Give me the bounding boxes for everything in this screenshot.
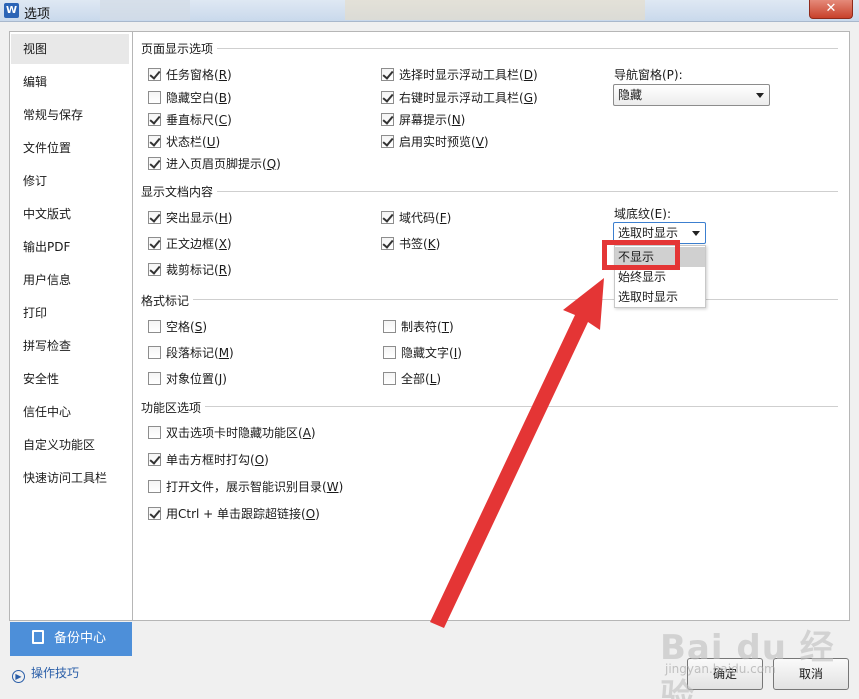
chevron-down-icon — [692, 231, 700, 236]
field-shading-value: 选取时显示 — [618, 226, 679, 240]
checkbox-object-position[interactable]: 对象位置(J) — [148, 370, 227, 387]
tips-link[interactable]: ▶ 操作技巧 — [12, 664, 79, 683]
backup-icon — [32, 630, 44, 644]
checkbox-float-toolbar-select[interactable]: 选择时显示浮动工具栏(D) — [381, 66, 538, 83]
checkbox-box[interactable] — [381, 135, 394, 148]
checkbox-ctrl-click-link[interactable]: 用Ctrl + 单击跟踪超链接(O) — [148, 505, 320, 522]
section-title-format-marks: 格式标记 — [141, 292, 194, 309]
checkbox-live-preview[interactable]: 启用实时预览(V) — [381, 133, 489, 150]
nav-pane-value: 隐藏 — [618, 88, 643, 102]
options-panel — [133, 31, 850, 621]
checkbox-highlight[interactable]: 突出显示(H) — [148, 209, 232, 226]
checkbox-hidden-text[interactable]: 隐藏文字(I) — [383, 344, 462, 361]
checkbox-box[interactable] — [381, 211, 394, 224]
checkbox-box[interactable] — [381, 113, 394, 126]
background-blur — [100, 0, 190, 20]
checkbox-box[interactable] — [148, 157, 161, 170]
nav-item-trust-center[interactable]: 信任中心 — [11, 397, 129, 427]
section-divider — [192, 299, 838, 300]
checkbox-box[interactable] — [148, 68, 161, 81]
checkbox-box[interactable] — [148, 211, 161, 224]
nav-item-edit[interactable]: 编辑 — [11, 67, 129, 97]
nav-item-quick-access[interactable]: 快速访问工具栏 — [11, 463, 129, 493]
checkbox-screen-tips[interactable]: 屏幕提示(N) — [381, 111, 465, 128]
nav-item-view[interactable]: 视图 — [11, 34, 129, 64]
checkbox-dblclick-hide-ribbon[interactable]: 双击选项卡时隐藏功能区(A) — [148, 424, 316, 441]
backup-label: 备份中心 — [54, 631, 107, 646]
tips-label: 操作技巧 — [31, 666, 80, 680]
checkbox-bookmark[interactable]: 书签(K) — [381, 235, 440, 252]
checkbox-box[interactable] — [148, 113, 161, 126]
checkbox-click-to-tick[interactable]: 单击方框时打勾(O) — [148, 451, 269, 468]
checkbox-box[interactable] — [148, 237, 161, 250]
dropdown-option-always[interactable]: 始终显示 — [615, 267, 705, 287]
chevron-down-icon — [756, 93, 764, 98]
checkbox-status-bar[interactable]: 状态栏(U) — [148, 133, 220, 150]
checkbox-box[interactable] — [148, 372, 161, 385]
nav-item-general-save[interactable]: 常规与保存 — [11, 100, 129, 130]
checkbox-vertical-ruler[interactable]: 垂直标尺(C) — [148, 111, 232, 128]
section-divider — [216, 48, 838, 49]
options-nav: 视图 编辑 常规与保存 文件位置 修订 中文版式 输出PDF 用户信息 打印 拼… — [9, 31, 133, 621]
section-title-ribbon: 功能区选项 — [141, 399, 206, 416]
checkbox-box[interactable] — [381, 68, 394, 81]
checkbox-paragraph-mark[interactable]: 段落标记(M) — [148, 344, 234, 361]
window-title: 选项 — [24, 7, 51, 22]
checkbox-box[interactable] — [148, 91, 161, 104]
section-title-page-display: 页面显示选项 — [141, 40, 218, 57]
checkbox-space[interactable]: 空格(S) — [148, 318, 207, 335]
nav-item-output-pdf[interactable]: 输出PDF — [11, 232, 129, 262]
checkbox-smart-toc[interactable]: 打开文件，展示智能识别目录(W) — [148, 478, 343, 495]
checkbox-hide-blank[interactable]: 隐藏空白(B) — [148, 89, 232, 106]
dropdown-option-on-select[interactable]: 选取时显示 — [615, 287, 705, 307]
checkbox-box[interactable] — [383, 320, 396, 333]
checkbox-box[interactable] — [381, 237, 394, 250]
watermark-logo: Bai du 经验 — [660, 628, 835, 699]
nav-item-customize-ribbon[interactable]: 自定义功能区 — [11, 430, 129, 460]
checkbox-field-code[interactable]: 域代码(F) — [381, 209, 451, 226]
nav-item-revision[interactable]: 修订 — [11, 166, 129, 196]
checkbox-box[interactable] — [148, 426, 161, 439]
checkbox-header-footer-tip[interactable]: 进入页眉页脚提示(Q) — [148, 155, 281, 172]
background-blur — [345, 0, 645, 20]
checkbox-box[interactable] — [148, 453, 161, 466]
checkbox-box[interactable] — [148, 135, 161, 148]
section-divider — [216, 191, 838, 192]
checkbox-crop-marks[interactable]: 裁剪标记(R) — [148, 261, 232, 278]
nav-item-chinese-layout[interactable]: 中文版式 — [11, 199, 129, 229]
title-bar: W 选项 ✕ — [0, 0, 859, 22]
close-button[interactable]: ✕ — [809, 0, 853, 19]
checkbox-box[interactable] — [148, 507, 161, 520]
checkbox-task-pane[interactable]: 任务窗格(R) — [148, 66, 232, 83]
checkbox-box[interactable] — [381, 91, 394, 104]
nav-pane-label: 导航窗格(P): — [614, 68, 683, 82]
checkbox-box[interactable] — [148, 480, 161, 493]
checkbox-box[interactable] — [148, 320, 161, 333]
nav-item-file-location[interactable]: 文件位置 — [11, 133, 129, 163]
checkbox-box[interactable] — [383, 372, 396, 385]
watermark-url: jingyan.baidu.com — [665, 662, 776, 676]
section-title-doc-content: 显示文档内容 — [141, 183, 218, 200]
nav-pane-select[interactable]: 隐藏 — [613, 84, 770, 106]
nav-item-spell-check[interactable]: 拼写检查 — [11, 331, 129, 361]
annotation-highlight-box — [602, 240, 680, 270]
nav-item-security[interactable]: 安全性 — [11, 364, 129, 394]
checkbox-box[interactable] — [148, 346, 161, 359]
checkbox-text-border[interactable]: 正文边框(X) — [148, 235, 232, 252]
nav-item-print[interactable]: 打印 — [11, 298, 129, 328]
checkbox-tab-char[interactable]: 制表符(T) — [383, 318, 454, 335]
play-icon: ▶ — [12, 670, 25, 683]
backup-center-button[interactable]: 备份中心 — [10, 622, 132, 656]
checkbox-float-toolbar-right-click[interactable]: 右键时显示浮动工具栏(G) — [381, 89, 538, 106]
checkbox-box[interactable] — [148, 263, 161, 276]
wps-app-icon: W — [4, 3, 19, 18]
section-divider — [204, 406, 838, 407]
nav-item-user-info[interactable]: 用户信息 — [11, 265, 129, 295]
checkbox-all[interactable]: 全部(L) — [383, 370, 441, 387]
checkbox-box[interactable] — [383, 346, 396, 359]
field-shading-label: 域底纹(E): — [614, 207, 671, 221]
